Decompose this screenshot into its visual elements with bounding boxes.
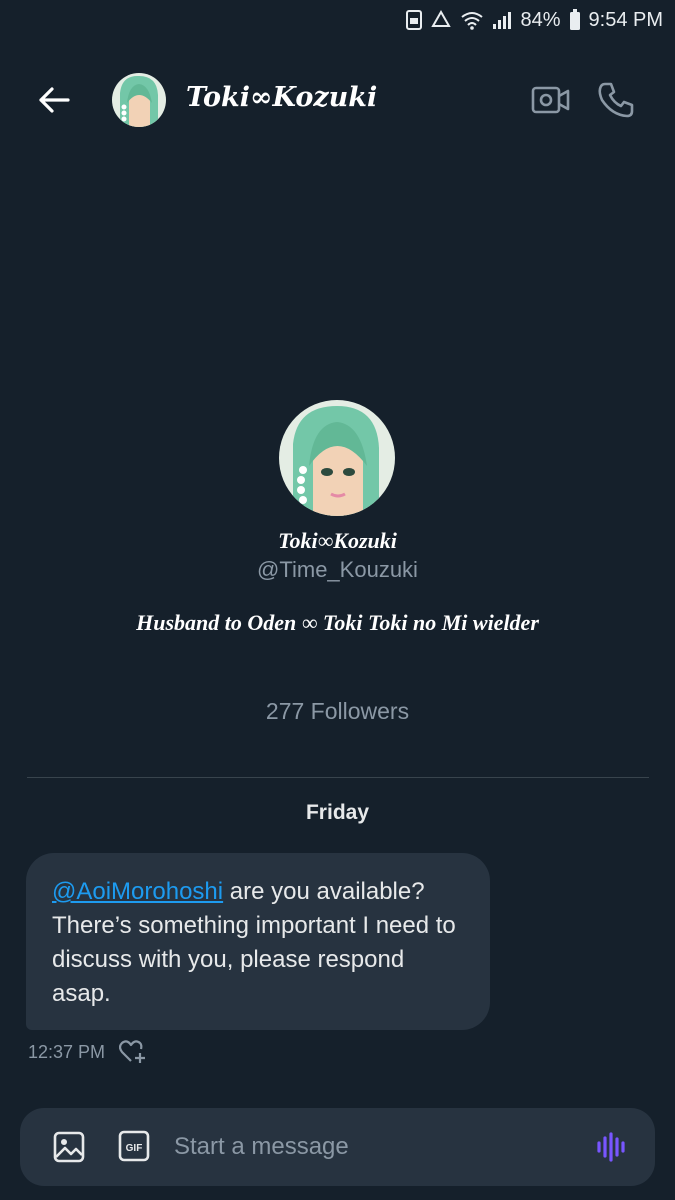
avatar[interactable] xyxy=(112,73,166,127)
heart-plus-icon xyxy=(119,1040,146,1063)
profile-handle[interactable]: @Time_Kouzuki xyxy=(0,557,675,583)
add-image-button[interactable] xyxy=(52,1130,86,1164)
save-icon xyxy=(406,10,423,30)
clock: 9:54 PM xyxy=(588,8,663,31)
header-contact-name[interactable]: Toki∞Kozuki xyxy=(186,82,377,113)
message-bubble[interactable]: @AoiMorohoshi are you available? There’s… xyxy=(26,853,490,1030)
battery-icon xyxy=(569,9,581,31)
profile-name[interactable]: Toki∞Kozuki xyxy=(0,528,675,554)
add-gif-button[interactable]: GIF xyxy=(118,1130,150,1162)
voice-wave-icon xyxy=(597,1132,625,1162)
status-bar: 84% 9:54 PM xyxy=(0,0,675,40)
followers-count[interactable]: 277 Followers xyxy=(0,698,675,725)
recycle-icon xyxy=(430,10,452,30)
arrow-left-icon xyxy=(39,87,70,113)
mention-link[interactable]: @AoiMorohoshi xyxy=(52,878,223,905)
message-time: 12:37 PM xyxy=(28,1041,106,1062)
phone-icon xyxy=(598,82,634,118)
video-call-button[interactable] xyxy=(530,82,572,118)
gif-icon: GIF xyxy=(118,1130,150,1162)
voice-message-button[interactable] xyxy=(596,1132,628,1162)
message-input[interactable] xyxy=(174,1125,574,1169)
battery-percent: 84% xyxy=(520,8,561,31)
add-reaction-button[interactable] xyxy=(119,1040,147,1064)
gif-label: GIF xyxy=(126,1143,143,1154)
video-call-icon xyxy=(531,86,570,114)
image-icon xyxy=(53,1131,85,1163)
wifi-icon xyxy=(460,10,484,30)
profile-bio: Husband to Oden ∞ Toki Toki no Mi wielde… xyxy=(136,610,539,635)
profile-avatar[interactable] xyxy=(279,400,395,516)
back-button[interactable] xyxy=(32,80,76,120)
day-separator: Friday xyxy=(305,801,370,824)
conversation-header: Toki∞Kozuki xyxy=(0,60,675,140)
message-meta: 12:37 PM xyxy=(28,1040,147,1064)
divider xyxy=(27,777,649,778)
message-composer: GIF xyxy=(20,1108,655,1186)
call-button[interactable] xyxy=(596,80,636,120)
signal-icon xyxy=(492,10,512,30)
